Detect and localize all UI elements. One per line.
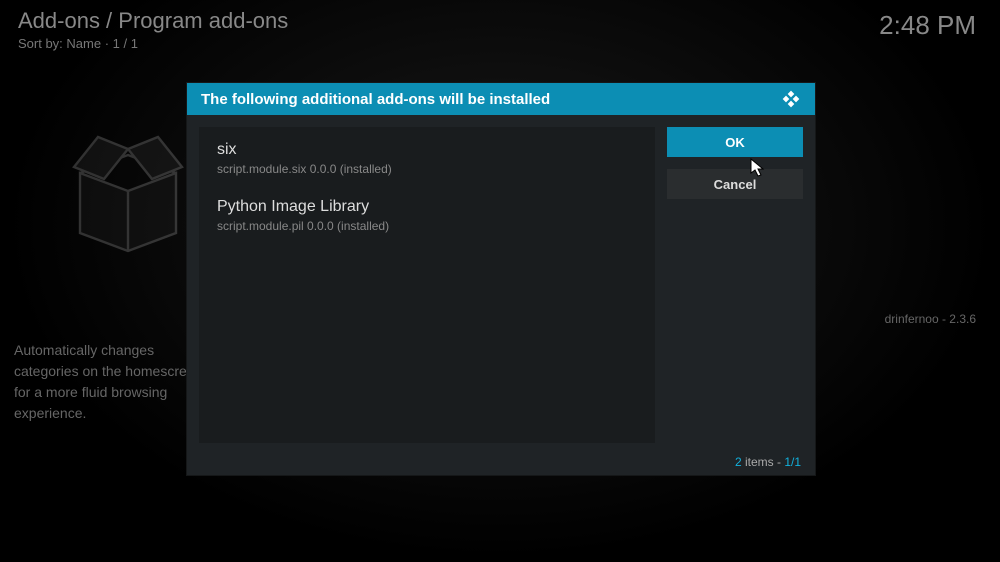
addon-script: script.module.pil 0.0.0 (installed) bbox=[217, 219, 637, 233]
author-version: drinfernoo - 2.3.6 bbox=[885, 312, 976, 326]
dialog-title: The following additional add-ons will be… bbox=[201, 91, 550, 108]
addon-name: six bbox=[217, 141, 637, 159]
addon-script: script.module.six 0.0.0 (installed) bbox=[217, 162, 637, 176]
addon-name: Python Image Library bbox=[217, 198, 637, 216]
addon-item[interactable]: six script.module.six 0.0.0 (installed) bbox=[217, 141, 637, 176]
addon-description: Automatically changes categories on the … bbox=[14, 340, 214, 424]
kodi-logo-icon bbox=[781, 89, 801, 109]
page-indicator: 1/1 bbox=[784, 455, 801, 469]
dialog-footer: 2 items - 1/1 bbox=[735, 455, 801, 469]
dialog-title-bar: The following additional add-ons will be… bbox=[187, 83, 815, 115]
addon-box-icon bbox=[68, 125, 188, 265]
install-dependencies-dialog: The following additional add-ons will be… bbox=[186, 82, 816, 476]
cancel-button[interactable]: Cancel bbox=[667, 169, 803, 199]
item-count: 2 bbox=[735, 455, 742, 469]
items-label: items - bbox=[742, 455, 785, 469]
ok-button[interactable]: OK bbox=[667, 127, 803, 157]
clock: 2:48 PM bbox=[879, 10, 976, 41]
sort-info: Sort by: Name · 1 / 1 bbox=[18, 36, 288, 51]
addon-item[interactable]: Python Image Library script.module.pil 0… bbox=[217, 198, 637, 233]
breadcrumb: Add-ons / Program add-ons bbox=[18, 8, 288, 34]
addons-list: six script.module.six 0.0.0 (installed) … bbox=[199, 127, 655, 443]
